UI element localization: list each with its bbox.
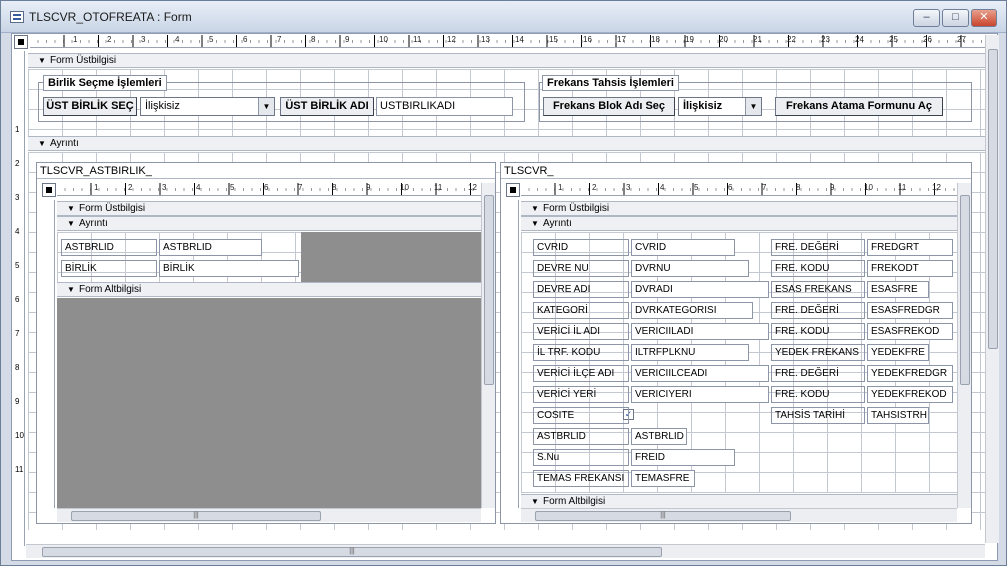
field-label: FRE. DEĞERİ: [771, 365, 865, 382]
field-label: KATEGORİ: [533, 302, 629, 319]
chevron-down-icon[interactable]: ▼: [258, 98, 274, 115]
field-value[interactable]: DVRNU: [631, 260, 749, 277]
main-horizontal-scrollbar[interactable]: |||: [26, 544, 985, 558]
tlscvr-subform[interactable]: TLSCVR_ 123456789101112 Form Üstbilgisi …: [500, 162, 972, 524]
field-value[interactable]: CVRID: [631, 239, 735, 256]
subform-horizontal-scrollbar[interactable]: |||: [57, 508, 481, 522]
subform-header-bar[interactable]: Form Üstbilgisi: [521, 201, 957, 216]
field-value[interactable]: FREKODT: [867, 260, 953, 277]
main-horizontal-ruler: 1 2 3 4 5 6 7 8 9 10 11 12 13 14 15 16 17 18 19 20 21 22 23 24 2…: [30, 35, 985, 48]
close-button[interactable]: ✕: [971, 9, 997, 27]
field-label: İL TRF. KODU: [533, 344, 629, 361]
field-label: VERİCİ İL ADI: [533, 323, 629, 340]
field-value[interactable]: ESASFRE: [867, 281, 929, 298]
field-value[interactable]: DVRKATEGORISI: [631, 302, 753, 319]
field-label: S.Nu: [533, 449, 629, 466]
field-value[interactable]: YEDEKFREKOD: [867, 386, 953, 403]
astbirlik-subform[interactable]: TLSCVR_ASTBIRLIK_ 123456789101112 Form Ü…: [36, 162, 496, 524]
subform-vertical-scrollbar[interactable]: [481, 183, 495, 508]
subform-horizontal-ruler: 1 2 3 4 5 6 7 8 9 10 11 12: [521, 183, 957, 196]
minimize-button[interactable]: –: [913, 9, 940, 27]
main-vertical-scrollbar[interactable]: [985, 35, 999, 543]
ust-birlik-combo-value: İlişkisiz: [145, 100, 180, 112]
field-value[interactable]: FREDGRT: [867, 239, 953, 256]
subform-horizontal-ruler: 1 2 3 4 5 6 7 8 9 10 11 12: [57, 183, 481, 196]
astbirlik-subform-title: TLSCVR_ASTBIRLIK_: [37, 163, 495, 179]
form-detail-bar[interactable]: Ayrıntı: [28, 136, 986, 151]
birlik-group-title: Birlik Seçme İşlemleri: [43, 75, 167, 91]
title-bar: TLSCVR_OTOFREATA : Form – □ ✕: [1, 1, 1006, 33]
subform-footer-area: [57, 298, 481, 508]
ust-birlik-adi-label: ÜST BİRLİK ADI: [280, 97, 374, 116]
ust-birlik-combo[interactable]: İlişkisiz ▼: [140, 97, 275, 116]
subform-selector[interactable]: [506, 183, 520, 197]
frekans-group-title: Frekans Tahsis İşlemleri: [542, 75, 679, 91]
field-label: FRE. KODU: [771, 386, 865, 403]
field-label: BİRLİK: [61, 260, 157, 277]
subform-vertical-scrollbar[interactable]: [957, 183, 971, 508]
subform-header-bar[interactable]: Form Üstbilgisi: [57, 201, 481, 216]
field-label: FRE. KODU: [771, 323, 865, 340]
field-label: ASTBRLID: [533, 428, 629, 445]
access-form-window: TLSCVR_OTOFREATA : Form – □ ✕ 1234567891…: [0, 0, 1007, 566]
field-label: VERİCİ İLÇE ADI: [533, 365, 629, 382]
scroll-thumb[interactable]: |||: [535, 511, 791, 521]
field-value[interactable]: ESASFREKOD: [867, 323, 953, 340]
field-label: DEVRE NU: [533, 260, 629, 277]
tlscvr-subform-title: TLSCVR_: [501, 163, 971, 179]
frekans-combo-value: İlişkisiz: [683, 100, 723, 112]
field-label: YEDEK FREKANS: [771, 344, 865, 361]
field-value[interactable]: YEDEKFRE: [867, 344, 929, 361]
field-value[interactable]: TAHSISTRH: [867, 407, 929, 424]
chevron-down-icon[interactable]: ▼: [745, 98, 761, 115]
frekans-blok-label: Frekans Blok Adı Seç: [543, 97, 675, 116]
subform-footer-bar[interactable]: Form Altbilgisi: [57, 282, 481, 297]
field-value[interactable]: YEDEKFREDGR: [867, 365, 953, 382]
form-header-bar[interactable]: Form Üstbilgisi: [28, 53, 986, 68]
field-label: VERİCİ YERİ: [533, 386, 629, 403]
field-label: TEMAS FREKANSI: [533, 470, 629, 487]
field-value[interactable]: FREID: [631, 449, 735, 466]
field-value[interactable]: ILTRFPLKNU: [631, 344, 749, 361]
window-title: TLSCVR_OTOFREATA : Form: [29, 10, 192, 24]
subform-footer-bar[interactable]: Form Altbilgisi: [521, 494, 957, 509]
field-label: ASTBRLID: [61, 239, 157, 256]
field-value[interactable]: VERICIILADI: [631, 323, 769, 340]
field-value[interactable]: VERICIYERI: [631, 386, 769, 403]
field-value[interactable]: ASTBRLID: [159, 239, 262, 256]
ust-birlik-adi-field[interactable]: USTBIRLIKADI: [376, 97, 513, 116]
field-label: DEVRE ADI: [533, 281, 629, 298]
field-label: ESAS FREKANS: [771, 281, 865, 298]
form-icon: [10, 11, 24, 23]
field-label: COSITE: [533, 407, 629, 424]
field-label: FRE. DEĞERİ: [771, 302, 865, 319]
field-value[interactable]: ESASFREDGR: [867, 302, 953, 319]
main-vertical-ruler: 1 2 3 4 5 6 7 8 9 10 11: [12, 51, 25, 546]
field-value[interactable]: VERICIILCEADI: [631, 365, 769, 382]
scroll-thumb[interactable]: |||: [42, 547, 662, 557]
subform-detail-bar[interactable]: Ayrıntı: [521, 216, 957, 231]
subform-empty-area: [301, 232, 481, 282]
field-label: TAHSİS TARİHİ: [771, 407, 865, 424]
field-value[interactable]: TEMASFRE: [631, 470, 695, 487]
scroll-thumb[interactable]: |||: [71, 511, 321, 521]
frekans-atama-button[interactable]: Frekans Atama Formunu Aç: [775, 97, 943, 116]
form-selector[interactable]: [14, 35, 28, 49]
field-label: CVRID: [533, 239, 629, 256]
subform-vertical-ruler: [42, 200, 55, 508]
subform-detail-bar[interactable]: Ayrıntı: [57, 216, 481, 231]
maximize-button[interactable]: □: [942, 9, 969, 27]
field-value[interactable]: ASTBRLID: [631, 428, 687, 445]
design-surface: 1 2 3 4 5 6 7 8 9 10 11 12 13 14 15 16 17 18 19 20 21 22 23 24 2…: [11, 33, 999, 561]
subform-selector[interactable]: [42, 183, 56, 197]
field-value[interactable]: DVRADI: [631, 281, 769, 298]
field-label: FRE. KODU: [771, 260, 865, 277]
field-value[interactable]: BİRLİK: [159, 260, 299, 277]
subform-vertical-ruler: [506, 200, 519, 508]
subform-horizontal-scrollbar[interactable]: |||: [521, 508, 957, 522]
frekans-blok-combo[interactable]: İlişkisiz ▼: [678, 97, 762, 116]
field-label: FRE. DEĞERİ: [771, 239, 865, 256]
ust-birlik-sec-label: ÜST BİRLİK SEÇ: [43, 97, 137, 116]
